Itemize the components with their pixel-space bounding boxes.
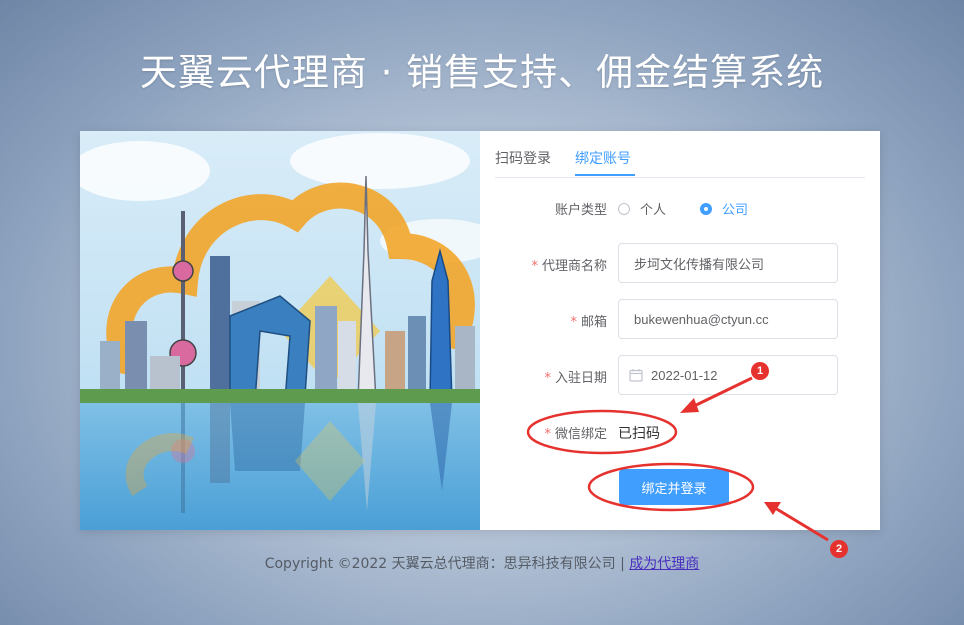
city-skyline-illustration (80, 131, 480, 530)
footer: Copyright ©2022 天翼云总代理商：思异科技有限公司 | 成为代理商 (0, 553, 964, 573)
tab-bind-account[interactable]: 绑定账号 (575, 148, 631, 168)
radio-company[interactable]: 公司 (700, 199, 748, 218)
radio-circle (618, 202, 630, 215)
join-date-picker[interactable] (618, 355, 838, 395)
copyright-text: Copyright ©2022 天翼云总代理商：思异科技有限公司 | (264, 556, 630, 572)
login-card: 扫码登录 绑定账号 账户类型 个人 公司 *代理商名称 *邮箱 *入驻日期 (80, 131, 880, 530)
radio-circle-checked (700, 202, 712, 215)
join-date-input[interactable] (649, 366, 803, 384)
account-type-label: 账户类型 (554, 203, 607, 218)
agent-name-label: * 代理商名称 (531, 259, 607, 274)
login-tabs: 扫码登录 绑定账号 (495, 143, 865, 178)
radio-personal[interactable]: 个人 (618, 199, 666, 218)
agent-name-input[interactable] (618, 243, 838, 283)
active-tab-indicator (575, 174, 635, 176)
calendar-icon (629, 369, 643, 382)
annotation-badge-1: 1 (751, 362, 769, 380)
radio-company-label: 公司 (722, 203, 749, 218)
wechat-bind-label: * 微信绑定 (544, 427, 607, 442)
annotation-badge-2: 2 (830, 540, 848, 558)
email-input[interactable] (618, 299, 838, 339)
wechat-scan-status: 已扫码 (618, 426, 660, 442)
skyline-image (80, 131, 480, 530)
bind-account-form: 扫码登录 绑定账号 账户类型 个人 公司 *代理商名称 *邮箱 *入驻日期 (495, 131, 865, 530)
join-date-label: * 入驻日期 (544, 371, 607, 386)
tab-qr-login[interactable]: 扫码登录 (495, 148, 551, 168)
become-agent-link[interactable]: 成为代理商 (629, 556, 699, 572)
email-label: * 邮箱 (570, 315, 607, 330)
bind-and-login-button[interactable]: 绑定并登录 (619, 469, 729, 505)
page-title: 天翼云代理商 · 销售支持、佣金结算系统 (139, 51, 825, 94)
radio-personal-label: 个人 (640, 203, 667, 218)
